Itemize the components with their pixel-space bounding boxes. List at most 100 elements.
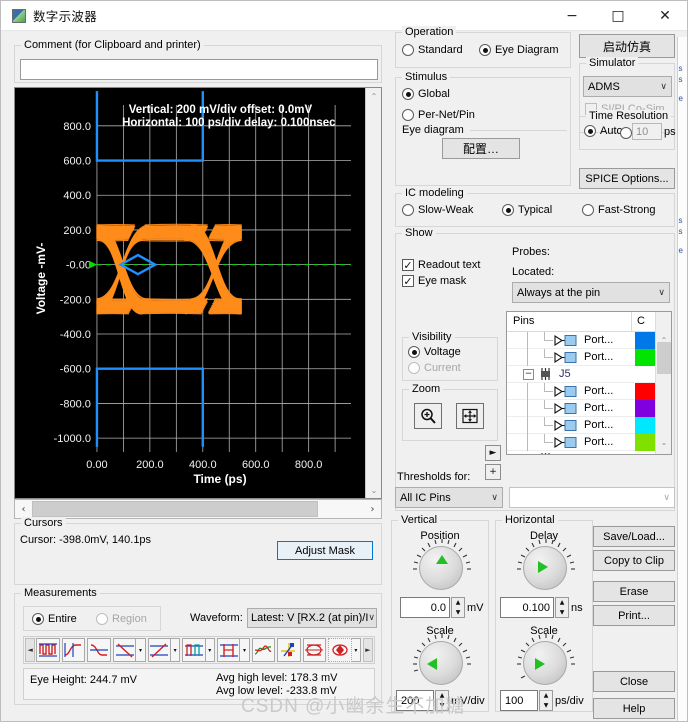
scope-scroll-down-icon[interactable]: ⌄ [366, 482, 382, 498]
pin-row[interactable]: Port... [507, 400, 657, 417]
scope-vertical-scrollbar[interactable]: ⌃ ⌄ [365, 88, 381, 498]
horizontal-scale-up-icon[interactable]: ▲ [540, 691, 552, 700]
slew-rate-dropdown-icon[interactable]: ▾ [136, 638, 146, 662]
copy-to-clip-button[interactable]: Copy to Clip [593, 550, 675, 571]
run-simulation-button[interactable]: 启动仿真 [579, 34, 675, 58]
pin-color-swatch[interactable] [635, 332, 657, 349]
horizontal-delay-down-icon[interactable]: ▼ [556, 608, 568, 617]
adjust-mask-button[interactable]: Adjust Mask [277, 541, 373, 560]
help-button[interactable]: Help [593, 698, 675, 719]
spice-options-button[interactable]: SPICE Options... [579, 168, 675, 189]
vertical-position-down-icon[interactable]: ▼ [452, 608, 464, 617]
eye-height-icon[interactable] [302, 638, 327, 662]
radio-fast-strong[interactable]: Fast-Strong [582, 204, 655, 216]
vertical-position-stepper[interactable]: ▲ ▼ [451, 597, 465, 618]
radio-per-net-pin[interactable]: Per-Net/Pin [402, 109, 475, 121]
close-button[interactable]: Close [593, 671, 675, 692]
checkbox-readout-text[interactable]: Readout text [402, 259, 480, 271]
tree-collapse-icon[interactable]: − [523, 369, 534, 380]
pins-scroll-thumb[interactable] [657, 342, 671, 374]
maximize-icon[interactable]: □ [595, 1, 641, 31]
simulator-select[interactable]: ADMS ∨ [583, 76, 672, 97]
minimize-icon[interactable]: − [549, 1, 595, 31]
eye-mask-margin-icon[interactable] [328, 638, 352, 662]
horizontal-scale-input[interactable]: 100 [500, 690, 538, 711]
vertical-position-knob[interactable] [413, 539, 471, 590]
close-icon[interactable]: ✕ [641, 1, 687, 31]
horizontal-delay-knob[interactable] [517, 539, 575, 590]
radio-standard[interactable]: Standard [402, 44, 463, 56]
radio-region[interactable]: Region [96, 613, 147, 625]
radio-slow-weak[interactable]: Slow-Weak [402, 204, 473, 216]
comment-input[interactable] [20, 59, 378, 80]
scope-hscroll-thumb[interactable] [32, 501, 318, 517]
settle-time-icon[interactable] [251, 638, 276, 662]
scope-display[interactable]: 800.0 600.0 400.0 200.0 -0.00 -200.0 -400.0 -60… [14, 87, 382, 499]
thresholds-select[interactable]: All IC Pins ∨ [395, 487, 503, 508]
pulse-width-icon[interactable] [216, 638, 241, 662]
pin-color-swatch[interactable] [635, 434, 657, 451]
add-probe-button[interactable]: + [485, 464, 501, 480]
pin-color-swatch[interactable] [635, 400, 657, 417]
pins-list[interactable]: Pins C Port... Port... − J5 Port... Port... Po… [506, 311, 672, 455]
pin-row[interactable]: − J5 [507, 366, 657, 383]
pins-scroll-down-icon[interactable]: ⌄ [656, 434, 671, 450]
vertical-position-up-icon[interactable]: ▲ [452, 598, 464, 607]
pin-row[interactable]: Port... [507, 332, 657, 349]
vertical-position-input[interactable]: 0.0 [400, 597, 450, 618]
zoom-in-icon[interactable] [414, 403, 442, 429]
delay-dropdown-icon[interactable]: ▾ [171, 638, 181, 662]
radio-auto-time-res[interactable]: Auto [584, 125, 623, 137]
scope-scroll-right-icon[interactable]: › [364, 500, 381, 518]
pin-row[interactable]: Port... [507, 349, 657, 366]
horizontal-delay-up-icon[interactable]: ▲ [556, 598, 568, 607]
tree-collapse-icon[interactable]: − [523, 454, 534, 455]
pins-scrollbar[interactable]: ⌃ ⌄ [655, 312, 671, 454]
delay-icon[interactable] [147, 638, 172, 662]
fall-time-icon[interactable] [87, 638, 111, 662]
vertical-scale-down-icon[interactable]: ▼ [436, 701, 448, 710]
zoom-fit-icon[interactable] [456, 403, 484, 429]
pin-color-swatch[interactable] [635, 417, 657, 434]
radio-eye-diagram[interactable]: Eye Diagram [479, 44, 559, 56]
pin-row[interactable]: Port... [507, 417, 657, 434]
scope-scroll-up-icon[interactable]: ⌃ [366, 88, 382, 104]
scope-scroll-left-icon[interactable]: ‹ [15, 500, 32, 518]
horizontal-scale-down-icon[interactable]: ▼ [540, 701, 552, 710]
radio-typical[interactable]: Typical [502, 204, 552, 216]
expand-panel-button[interactable]: ► [485, 445, 501, 461]
slew-rate-icon[interactable] [112, 638, 137, 662]
waveform-select[interactable]: Latest: V [RX.2 (at pin)/I ∨ [247, 608, 377, 628]
time-resolution-input[interactable]: 10 [632, 123, 662, 140]
eye-diagram-chart[interactable]: 800.0 600.0 400.0 200.0 -0.00 -200.0 -400.0 -60… [15, 88, 367, 498]
toolbar-scroll-left-icon[interactable]: ◄ [25, 638, 36, 662]
vertical-scale-input[interactable]: 200 [396, 690, 434, 711]
save-load-button[interactable]: Save/Load... [593, 526, 675, 547]
pin-row[interactable]: − J7 [507, 451, 657, 455]
toolbar-scroll-right-icon[interactable]: ► [362, 638, 374, 662]
radio-entire[interactable]: Entire [32, 613, 77, 625]
overshoot-dropdown-icon[interactable]: ▾ [205, 638, 215, 662]
vertical-scale-stepper[interactable]: ▲ ▼ [435, 690, 449, 711]
erase-button[interactable]: Erase [593, 581, 675, 602]
configure-button[interactable]: 配置… [442, 138, 520, 159]
pulse-width-dropdown-icon[interactable]: ▾ [240, 638, 250, 662]
horizontal-scale-knob[interactable] [517, 634, 575, 685]
horizontal-delay-input[interactable]: 0.100 [500, 597, 554, 618]
pin-row[interactable]: Port... [507, 434, 657, 451]
overshoot-icon[interactable] [182, 638, 206, 662]
radio-manual-time-res[interactable] [620, 127, 632, 139]
pin-color-swatch[interactable] [635, 383, 657, 400]
scope-horizontal-scrollbar[interactable]: ‹ › [14, 499, 382, 519]
horizontal-delay-stepper[interactable]: ▲ ▼ [555, 597, 569, 618]
vertical-scale-knob[interactable] [413, 634, 471, 685]
located-select[interactable]: Always at the pin ∨ [512, 282, 670, 303]
radio-global[interactable]: Global [402, 88, 450, 100]
pin-row[interactable]: Port... [507, 383, 657, 400]
horizontal-scale-stepper[interactable]: ▲ ▼ [539, 690, 553, 711]
radio-voltage[interactable]: Voltage [408, 346, 461, 358]
checkbox-eye-mask[interactable]: Eye mask [402, 275, 466, 287]
rise-time-icon[interactable] [61, 638, 86, 662]
vertical-scale-up-icon[interactable]: ▲ [436, 691, 448, 700]
print-button[interactable]: Print... [593, 605, 675, 626]
